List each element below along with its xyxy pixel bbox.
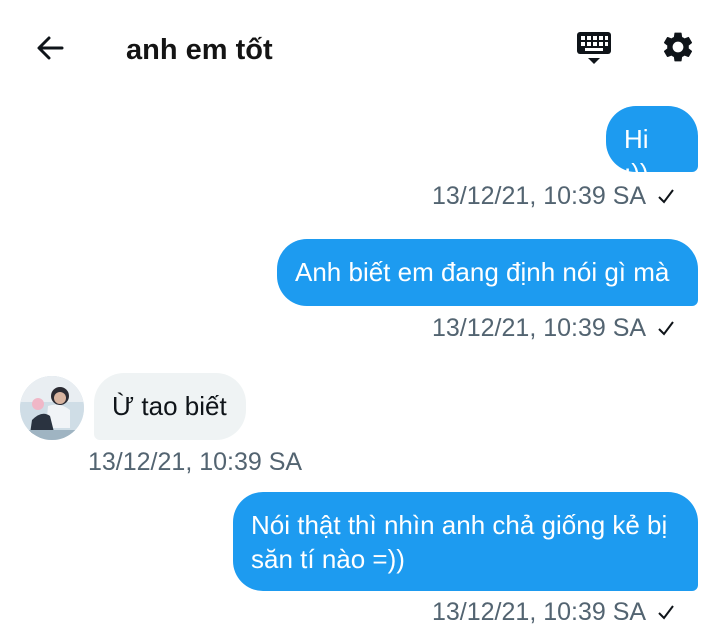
message-bubble-outgoing[interactable]: Nói thật thì nhìn anh chả giống kẻ bị să… <box>233 492 698 591</box>
message-bubble-outgoing[interactable]: Anh biết em đang định nói gì mà <box>277 239 698 306</box>
check-icon <box>656 318 676 338</box>
message-meta: 13/12/21, 10:39 SA <box>432 312 676 344</box>
message-text: Hi :)) <box>624 124 649 188</box>
message-timestamp: 13/12/21, 10:39 SA <box>432 182 647 210</box>
settings-button[interactable] <box>656 26 700 72</box>
check-icon <box>656 186 676 206</box>
conversation-title: anh em tốt <box>126 34 273 66</box>
message-bubble-outgoing[interactable]: Hi :)) <box>606 106 698 188</box>
message-timestamp: 13/12/21, 10:39 SA <box>88 448 303 476</box>
message-text: Anh biết em đang định nói gì mà <box>295 257 670 287</box>
keyboard-icon <box>574 27 614 72</box>
message-text: Ừ tao biết <box>112 391 227 421</box>
message-meta: 13/12/21, 10:39 SA <box>432 180 676 212</box>
message-text: Nói thật thì nhìn anh chả giống kẻ bị să… <box>251 510 668 574</box>
avatar[interactable] <box>20 376 84 440</box>
message-timestamp: 13/12/21, 10:39 SA <box>432 598 647 626</box>
gear-icon <box>660 29 696 70</box>
arrow-left-icon <box>34 32 66 69</box>
keyboard-button[interactable] <box>572 26 616 72</box>
back-button[interactable] <box>28 28 72 72</box>
check-icon <box>656 602 676 622</box>
message-meta: 13/12/21, 10:39 SA <box>432 596 676 628</box>
message-meta: 13/12/21, 10:39 SA <box>88 446 302 478</box>
message-bubble-incoming[interactable]: Ừ tao biết <box>94 373 246 440</box>
conversation-header: anh em tốt <box>0 0 720 100</box>
message-timestamp: 13/12/21, 10:39 SA <box>432 314 647 342</box>
